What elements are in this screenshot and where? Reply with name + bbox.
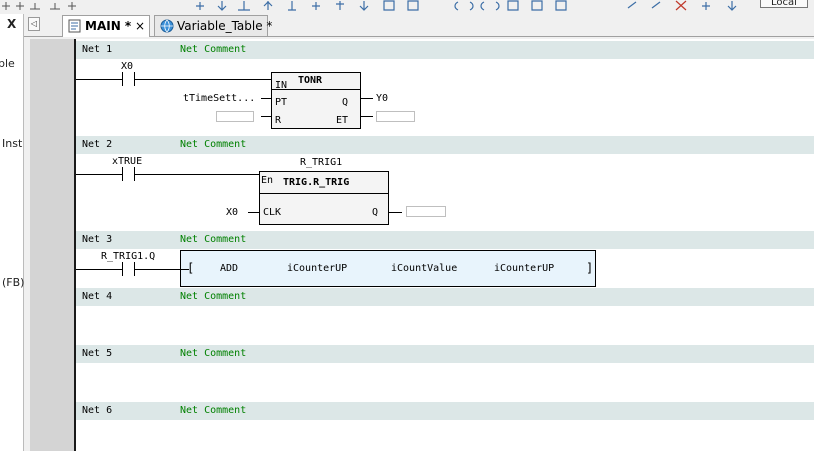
block-instance-name[interactable]: R_TRIG1 (300, 157, 342, 168)
pin-wire (261, 98, 271, 99)
globe-variable-icon (160, 19, 174, 33)
contact-left-bar[interactable] (122, 262, 123, 276)
tab-strip: ◁ MAIN * × Variable_Table * (24, 14, 814, 37)
pin-label: R (275, 115, 282, 126)
tab-main[interactable]: MAIN * × (62, 15, 150, 37)
pin-label: IN (275, 80, 288, 91)
add-instruction[interactable]: [ ADD iCounterUP iCountValue iCounterUP … (180, 250, 596, 287)
network-header-1[interactable]: Net 1 Net Comment (76, 41, 814, 59)
ladder-editor[interactable]: Net 1 Net Comment Net 2 Net Comment Net … (30, 39, 814, 451)
rung-wire (134, 174, 260, 175)
left-panel-item[interactable]: (FB) (2, 276, 24, 289)
rung-wire (76, 79, 122, 80)
toolbar: Local (0, 0, 814, 12)
network-header-5[interactable]: Net 5 Net Comment (76, 345, 814, 363)
block-divider (260, 193, 388, 194)
network-comment[interactable]: Net Comment (180, 405, 246, 416)
contact-left-bar[interactable] (122, 167, 123, 181)
instruction-operand[interactable]: iCounterUP (287, 263, 347, 274)
contact-left-bar[interactable] (122, 72, 123, 86)
pin-wire (261, 116, 271, 117)
network-header-2[interactable]: Net 2 Net Comment (76, 136, 814, 154)
ladder-program-icon (68, 19, 81, 33)
network-header-4[interactable]: Net 4 Net Comment (76, 288, 814, 306)
function-block-title: TONR (298, 75, 323, 86)
network-label: Net 5 (82, 348, 113, 359)
contact-variable[interactable]: xTRUE (112, 156, 142, 167)
contact-variable[interactable]: R_TRIG1.Q (101, 251, 155, 262)
q-output-variable[interactable]: Y0 (376, 93, 388, 104)
pin-label: CLK (263, 207, 282, 218)
tab-scroll-left-icon[interactable]: ◁ (28, 17, 40, 31)
rung-wire (134, 79, 272, 80)
clk-input-variable[interactable]: X0 (226, 207, 238, 218)
pt-input-variable[interactable]: tTimeSett... (183, 93, 255, 104)
function-block-tonr[interactable]: TONR IN PT R Q ET (271, 72, 361, 129)
network-label: Net 6 (82, 405, 113, 416)
instruction-op: ADD (220, 263, 239, 274)
function-block-r-trig[interactable]: En TRIG.R_TRIG CLK Q (259, 171, 389, 225)
left-panel-item[interactable]: ple (0, 57, 15, 70)
network-comment[interactable]: Net Comment (180, 44, 246, 55)
r-input-field[interactable] (216, 111, 254, 122)
local-button[interactable]: Local (760, 0, 808, 8)
pin-label: Q (372, 207, 379, 218)
network-label: Net 1 (82, 44, 113, 55)
network-header-6[interactable]: Net 6 Net Comment (76, 402, 814, 420)
tab-variable-table-label: Variable_Table * (177, 19, 273, 33)
rung-wire (134, 269, 180, 270)
rung-wire (76, 174, 122, 175)
pin-label: En (261, 175, 274, 186)
pin-wire (361, 116, 373, 117)
tab-main-label: MAIN * (85, 19, 132, 33)
network-label: Net 4 (82, 291, 113, 302)
network-comment[interactable]: Net Comment (180, 139, 246, 150)
close-icon[interactable]: X (7, 17, 16, 31)
left-panel-item[interactable]: Inst (2, 137, 22, 150)
network-comment[interactable]: Net Comment (180, 234, 246, 245)
network-header-3[interactable]: Net 3 Net Comment (76, 231, 814, 249)
pin-label: PT (275, 97, 288, 108)
rung-wire (76, 269, 122, 270)
close-icon[interactable]: × (135, 16, 145, 36)
network-comment[interactable]: Net Comment (180, 348, 246, 359)
tab-variable-table[interactable]: Variable_Table * (154, 15, 272, 36)
pin-label: ET (336, 115, 349, 126)
et-output-field[interactable] (376, 111, 415, 122)
network-label: Net 2 (82, 139, 113, 150)
contact-variable[interactable]: X0 (121, 61, 133, 72)
instruction-operand[interactable]: iCountValue (391, 263, 457, 274)
left-panel: X ple Inst (FB) (0, 14, 24, 451)
q-output-field[interactable] (406, 206, 446, 217)
instruction-bracket: ] (586, 261, 594, 275)
pin-label: Q (342, 97, 349, 108)
instruction-operand[interactable]: iCounterUP (494, 263, 554, 274)
instruction-bracket: [ (187, 261, 195, 275)
network-label: Net 3 (82, 234, 113, 245)
pin-wire (248, 212, 259, 213)
function-block-title: TRIG.R_TRIG (283, 177, 350, 188)
pin-wire (389, 212, 402, 213)
pin-wire (361, 98, 373, 99)
toolbar-icons (2, 0, 737, 11)
power-rail-gutter (30, 39, 76, 451)
network-comment[interactable]: Net Comment (180, 291, 246, 302)
